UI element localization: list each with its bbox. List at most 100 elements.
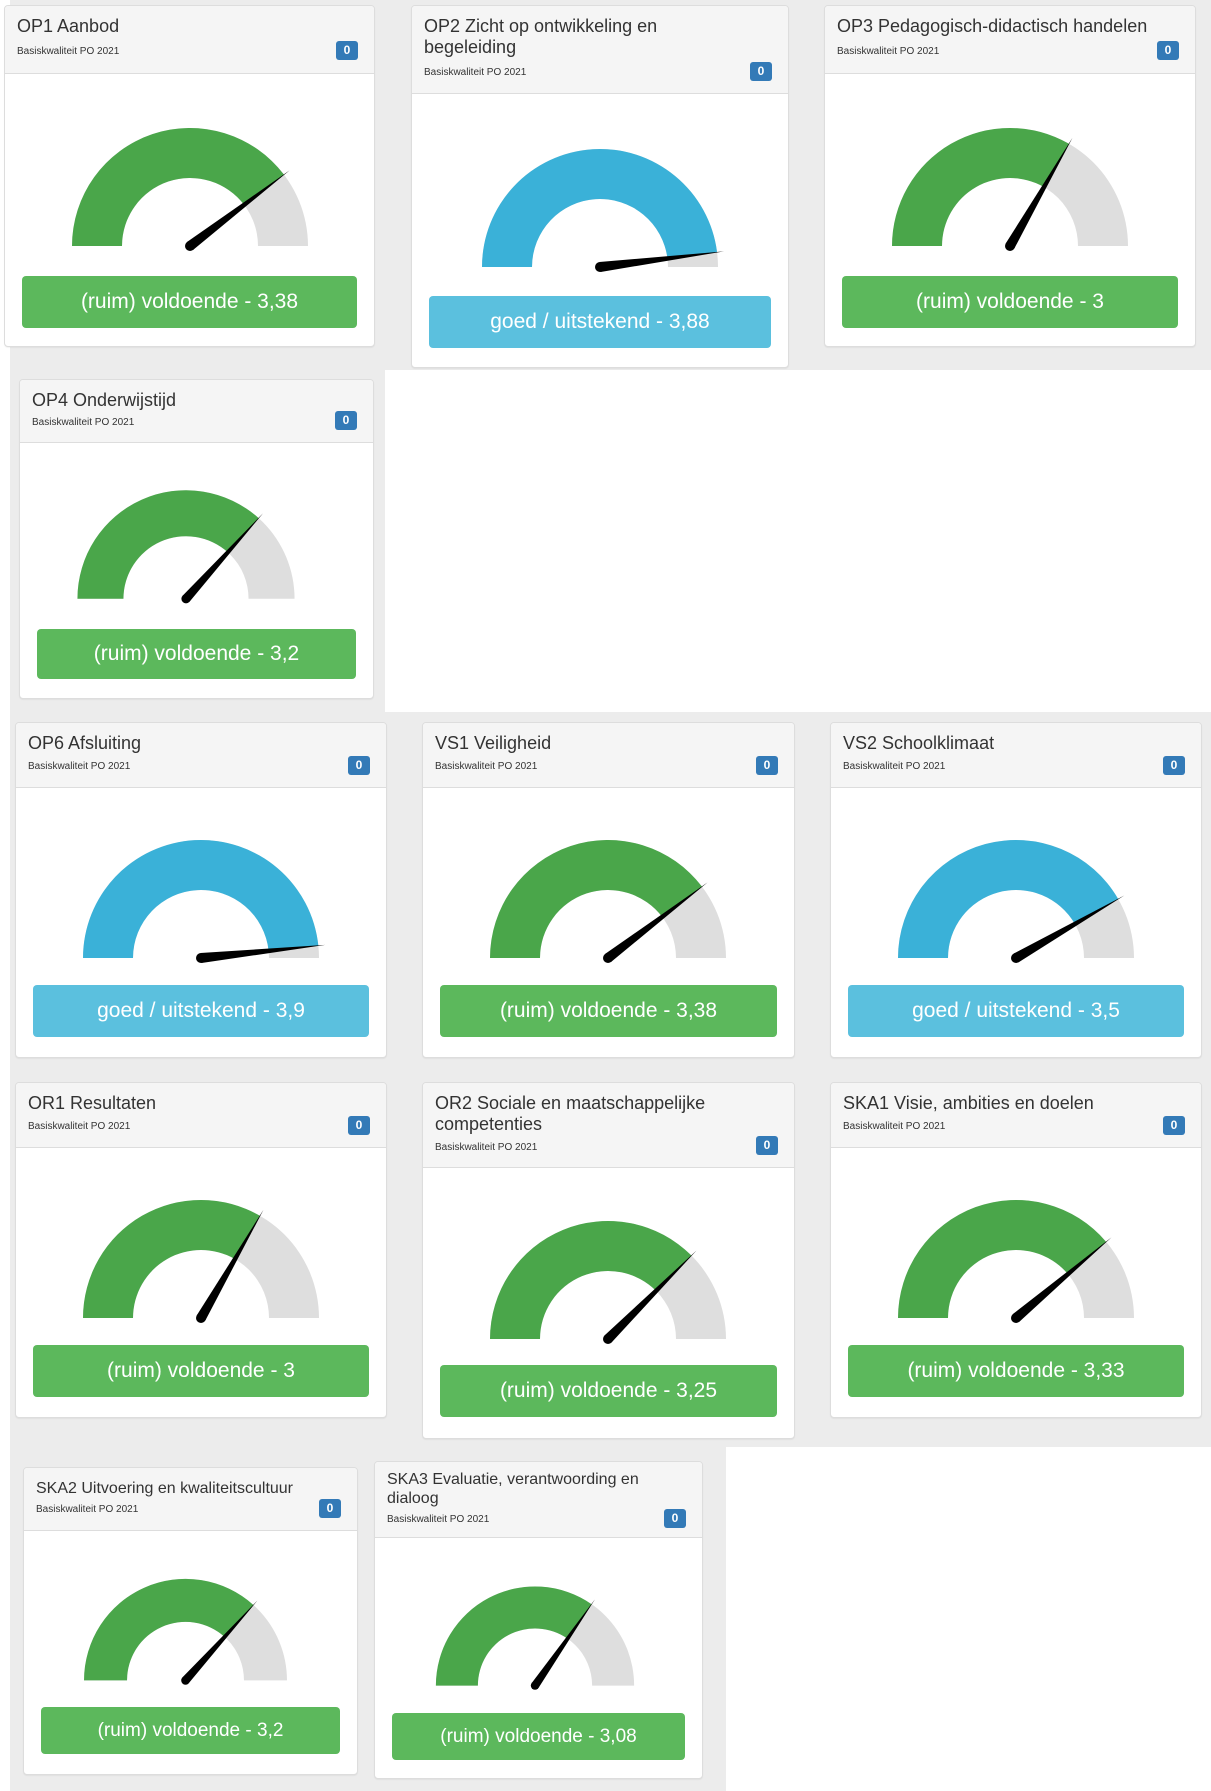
gauge-fill [898,1200,1107,1318]
card-title: OP6 Afsluiting [28,733,142,753]
card-header: SKA3 Evaluatie, verantwoording en dialoo… [375,1462,702,1538]
gauge-card: OP4 Onderwijstijd Basiskwaliteit PO 2021… [19,379,374,699]
gauge-fill [72,127,284,246]
count-badge: 0 [756,756,778,775]
card-subtitle: Basiskwaliteit PO 2021 [28,1121,131,1132]
score-gauge [490,840,726,963]
card-subtitle: Basiskwaliteit PO 2021 [843,1121,946,1132]
score-gauge [72,127,308,251]
gauge-card: SKA3 Evaluatie, verantwoording en dialoo… [374,1461,703,1779]
card-title: VS2 Schoolklimaat [843,733,995,753]
gauge-card: VS2 Schoolklimaat Basiskwaliteit PO 2021… [830,722,1202,1058]
card-subtitle: Basiskwaliteit PO 2021 [17,46,120,57]
gauge-needle-hub [181,1676,190,1685]
count-badge: 0 [336,41,358,60]
gauge-needle-hub [595,262,605,272]
card-subtitle: Basiskwaliteit PO 2021 [435,1142,538,1153]
card-subtitle: Basiskwaliteit PO 2021 [387,1514,490,1525]
card-subtitle: Basiskwaliteit PO 2021 [837,46,940,57]
card-subtitle: Basiskwaliteit PO 2021 [36,1504,139,1515]
card-title: OR1 Resultaten [28,1093,157,1113]
status-banner: goed / uitstekend - 3,9 [33,985,369,1037]
gauge-needle-hub [1011,953,1021,963]
status-banner: (ruim) voldoende - 3,2 [41,1707,340,1754]
gauge-card: SKA1 Visie, ambities en doelen Basiskwal… [830,1082,1202,1418]
card-header: OR2 Sociale en maatschappelijke competen… [423,1083,794,1168]
status-banner: (ruim) voldoende - 3,08 [392,1713,685,1760]
gauge-card: VS1 Veiligheid Basiskwaliteit PO 2021 0 … [422,722,795,1058]
score-gauge [892,128,1128,251]
score-gauge [435,1586,635,1690]
gauge-fill [84,1578,254,1681]
score-gauge [84,1578,287,1685]
card-title: SKA3 Evaluatie, verantwoording en dialoo… [387,1471,639,1507]
card-header: VS2 Schoolklimaat Basiskwaliteit PO 2021… [831,723,1201,788]
count-badge: 0 [1157,41,1179,60]
card-header: SKA2 Uitvoering en kwaliteitscultuur Bas… [24,1468,357,1531]
score-gauge [898,1200,1134,1323]
card-subtitle: Basiskwaliteit PO 2021 [424,67,527,78]
count-badge: 0 [1163,756,1185,775]
gauge-card: OP2 Zicht op ontwikkeling en begeleiding… [411,5,789,368]
gauge-fill [83,839,319,958]
score-gauge [83,1200,319,1323]
gauge-card: OP6 Afsluiting Basiskwaliteit PO 2021 0 … [15,722,387,1058]
count-badge: 0 [756,1136,778,1155]
status-banner: (ruim) voldoende - 3,25 [440,1365,777,1417]
status-banner: (ruim) voldoende - 3,33 [848,1345,1184,1397]
gauge-card: OR2 Sociale en maatschappelijke competen… [422,1082,795,1439]
gauge-needle-hub [1005,241,1015,251]
status-banner: (ruim) voldoende - 3,38 [22,276,357,328]
gauge-needle-hub [196,953,206,963]
count-badge: 0 [1163,1116,1185,1135]
gauge-fill [77,490,259,599]
gauge-needle-hub [1011,1313,1021,1323]
score-gauge [490,1221,726,1344]
status-banner: goed / uitstekend - 3,5 [848,985,1184,1037]
gauge-needle-hub [196,1313,206,1323]
gauge-needle-hub [185,241,195,251]
gauge-needle-hub [530,1681,540,1690]
score-gauge [482,148,725,272]
status-banner: (ruim) voldoende - 3 [33,1345,369,1397]
card-header: SKA1 Visie, ambities en doelen Basiskwal… [831,1083,1201,1148]
card-header: OP3 Pedagogisch-didactisch handelen Basi… [825,6,1195,74]
gauge-needle-hub [603,953,613,963]
card-title: OP4 Onderwijstijd [32,390,177,410]
gauge-card: OR1 Resultaten Basiskwaliteit PO 2021 0 … [15,1082,387,1418]
count-badge: 0 [319,1499,341,1518]
count-badge: 0 [750,62,772,81]
count-badge: 0 [335,411,357,430]
count-badge: 0 [664,1509,686,1528]
card-subtitle: Basiskwaliteit PO 2021 [32,417,135,428]
gauge-card: OP1 Aanbod Basiskwaliteit PO 2021 0 (rui… [4,5,375,347]
gauge-needle-hub [181,594,191,604]
card-subtitle: Basiskwaliteit PO 2021 [435,761,538,772]
card-header: VS1 Veiligheid Basiskwaliteit PO 2021 0 [423,723,794,788]
card-title: OP3 Pedagogisch-didactisch handelen [837,16,1148,36]
count-badge: 0 [348,1116,370,1135]
status-banner: (ruim) voldoende - 3,2 [37,629,356,679]
card-header: OP2 Zicht op ontwikkeling en begeleiding… [412,6,788,94]
status-banner: (ruim) voldoende - 3,38 [440,985,777,1037]
card-header: OP6 Afsluiting Basiskwaliteit PO 2021 0 [16,723,386,788]
card-title: SKA1 Visie, ambities en doelen [843,1093,1094,1113]
score-gauge [83,839,326,963]
card-header: OP4 Onderwijstijd Basiskwaliteit PO 2021… [20,380,373,443]
gauge-fill [482,148,718,267]
card-header: OP1 Aanbod Basiskwaliteit PO 2021 0 [5,6,374,74]
card-title: OP2 Zicht op ontwikkeling en begeleiding [424,16,658,57]
card-title: OR2 Sociale en maatschappelijke competen… [435,1093,706,1134]
gauge-card: OP3 Pedagogisch-didactisch handelen Basi… [824,5,1196,347]
count-badge: 0 [348,756,370,775]
gauge-card: SKA2 Uitvoering en kwaliteitscultuur Bas… [23,1467,358,1775]
card-title: VS1 Veiligheid [435,733,552,753]
gauge-fill [490,1221,692,1339]
card-subtitle: Basiskwaliteit PO 2021 [843,761,946,772]
score-gauge [898,840,1134,963]
card-title: SKA2 Uitvoering en kwaliteitscultuur [36,1480,294,1497]
card-title: OP1 Aanbod [17,16,120,36]
gauge-fill [490,840,702,958]
gauge-needle-hub [603,1334,613,1344]
card-header: OR1 Resultaten Basiskwaliteit PO 2021 0 [16,1083,386,1148]
